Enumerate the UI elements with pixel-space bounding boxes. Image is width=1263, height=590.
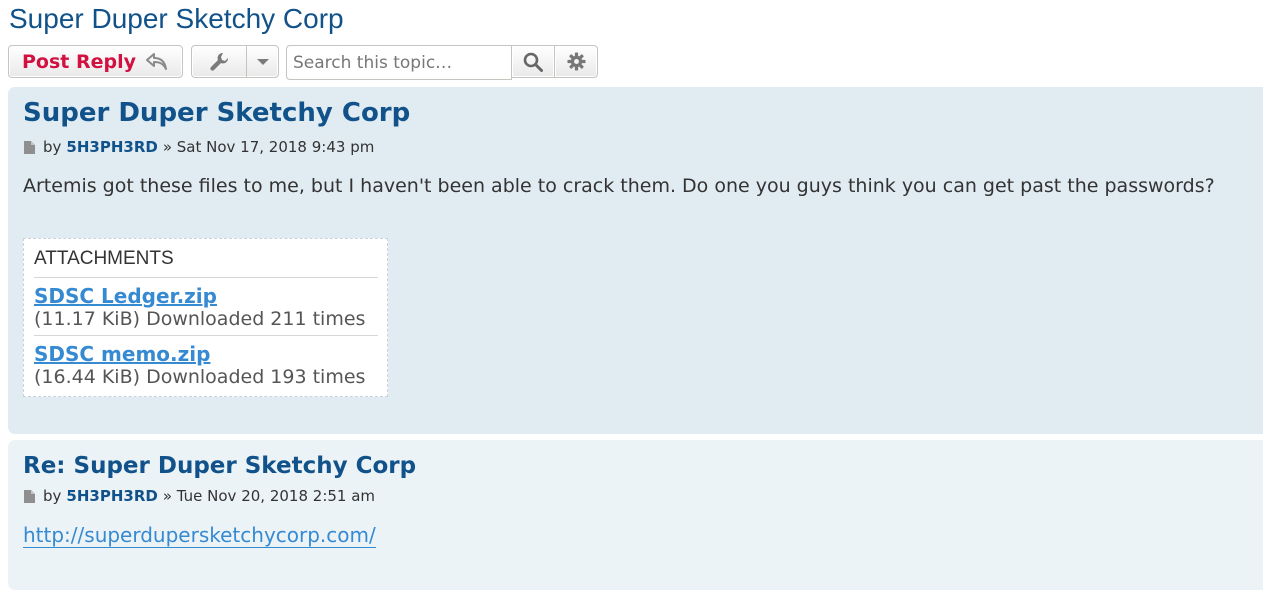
post: Re: Super Duper Sketchy Corp by 5H3PH3RD… [8, 440, 1263, 590]
by-label: by [43, 487, 62, 505]
search-button[interactable] [511, 45, 555, 78]
topic-title[interactable]: Super Duper Sketchy Corp [9, 3, 344, 35]
topic-tools-main[interactable] [192, 46, 247, 77]
gear-icon [566, 52, 586, 71]
author-link[interactable]: 5H3PH3RD [66, 138, 157, 156]
attachment-info: (11.17 KiB) Downloaded 211 times [34, 308, 366, 330]
by-label: by [43, 138, 62, 156]
author-link[interactable]: 5H3PH3RD [66, 487, 157, 505]
post-author-line: by 5H3PH3RD » Tue Nov 20, 2018 2:51 am [24, 487, 375, 505]
attachments-heading: ATTACHMENTS [34, 248, 174, 269]
post-date: » Tue Nov 20, 2018 2:51 am [162, 487, 376, 505]
search-topic-input[interactable] [286, 45, 512, 80]
post: Super Duper Sketchy Corp by 5H3PH3RD » S… [8, 87, 1263, 434]
post-page-icon[interactable] [24, 489, 35, 503]
caret-down-icon [256, 58, 269, 65]
attachments-divider [34, 335, 378, 336]
post-reply-label: Post Reply [22, 50, 136, 73]
advanced-search-button[interactable] [554, 45, 598, 78]
search-icon [523, 52, 543, 72]
post-author-line: by 5H3PH3RD » Sat Nov 17, 2018 9:43 pm [24, 138, 374, 156]
reply-arrow-icon [146, 53, 167, 70]
post-content: Artemis got these files to me, but I hav… [23, 175, 1215, 197]
post-reply-button[interactable]: Post Reply [8, 45, 183, 78]
post-date: » Sat Nov 17, 2018 9:43 pm [162, 138, 375, 156]
post-title[interactable]: Re: Super Duper Sketchy Corp [23, 453, 416, 479]
post-link[interactable]: http://superdupersketchycorp.com/ [23, 523, 376, 548]
post-title[interactable]: Super Duper Sketchy Corp [23, 98, 410, 128]
attachment-link[interactable]: SDSC Ledger.zip [34, 284, 217, 308]
wrench-icon [210, 52, 229, 71]
topic-tools-dropdown[interactable] [247, 46, 278, 77]
attachment-info: (16.44 KiB) Downloaded 193 times [34, 366, 366, 388]
attachment-link[interactable]: SDSC memo.zip [34, 342, 210, 366]
attachments-box: ATTACHMENTS SDSC Ledger.zip (11.17 KiB) … [23, 238, 388, 397]
post-page-icon[interactable] [24, 140, 35, 154]
topic-tools-button[interactable] [191, 45, 279, 78]
attachments-divider [34, 277, 378, 278]
